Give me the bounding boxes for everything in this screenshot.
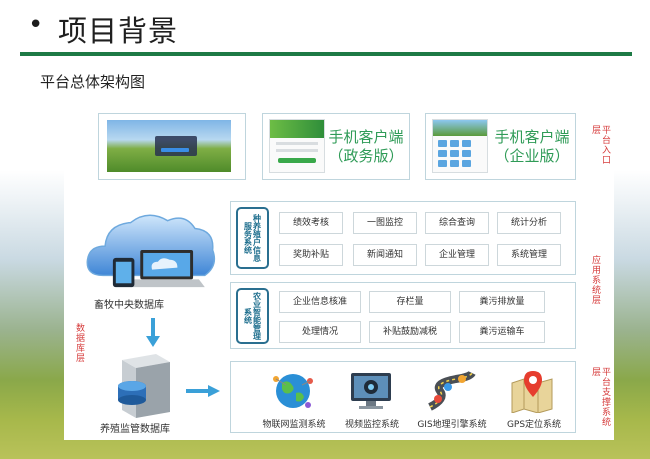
layer-label-support: 平台支撑系统层 xyxy=(590,367,610,427)
function-box: 绩效考核 xyxy=(279,212,343,234)
web-portal-panel xyxy=(98,113,246,180)
support-item-gps: GPS定位系统 xyxy=(494,367,572,435)
support-label: 视频监控系统 xyxy=(344,420,399,430)
monitor-database-label: 养殖监管数据库 xyxy=(100,424,170,435)
title-bullet: • xyxy=(28,10,44,40)
web-portal-screenshot xyxy=(107,120,231,172)
function-box: 奖助补贴 xyxy=(279,244,343,266)
function-box: 粪污排放量 xyxy=(459,291,545,313)
layer-label-application: 应用系统层 xyxy=(590,255,600,305)
support-item-video: 视频监控系统 xyxy=(332,367,410,435)
function-box: 企业信息核准 xyxy=(279,291,361,313)
iot-globe-icon xyxy=(273,374,313,408)
title-divider xyxy=(20,52,632,56)
app-system-2-tag: 农业智能管理系统 xyxy=(236,288,269,344)
function-box: 综合查询 xyxy=(425,212,489,234)
gps-map-icon xyxy=(511,371,553,413)
slide-title: 项目背景 xyxy=(58,14,179,48)
architecture-diagram: 手机客户端 （政务版） 手机客户端 （企业版） 平台入口层 畜牧中央数据库 养殖… xyxy=(64,97,614,440)
server-database-icon xyxy=(118,354,170,418)
function-box: 一图监控 xyxy=(353,212,417,234)
support-item-iot: 物联网监测系统 xyxy=(254,367,332,435)
support-label: GIS地理引擎系统 xyxy=(417,420,487,430)
app-system-1-tag: 种养殖户信息服务系统 xyxy=(236,207,269,269)
cloud-computer-illustration xyxy=(86,214,216,288)
function-box: 企业管理 xyxy=(425,244,489,266)
support-label: GPS定位系统 xyxy=(506,420,562,430)
right-arrow-icon xyxy=(186,385,220,397)
app-system-1-panel: 种养殖户信息服务系统 绩效考核 一图监控 综合查询 统计分析 奖助补贴 新闻通知… xyxy=(230,201,576,275)
support-item-gis: GIS地理引擎系统 xyxy=(412,367,490,435)
function-box: 补贴鼓励减税 xyxy=(369,321,451,343)
gis-road-icon xyxy=(428,370,476,411)
function-box: 新闻通知 xyxy=(353,244,417,266)
ent-client-label: 手机客户端 （企业版） xyxy=(494,128,570,165)
slide-subtitle: 平台总体架构图 xyxy=(40,73,146,91)
ent-client-panel: 手机客户端 （企业版） xyxy=(425,113,576,180)
app-system-2-panel: 农业智能管理系统 企业信息核准 存栏量 粪污排放量 处理情况 补贴鼓励减税 粪污… xyxy=(230,282,576,349)
login-button-thumb xyxy=(161,148,189,152)
function-box: 粪污运输车 xyxy=(459,321,545,343)
video-monitor-icon xyxy=(351,373,391,409)
ent-phone-screenshot xyxy=(432,119,488,173)
function-box: 统计分析 xyxy=(497,212,561,234)
function-box: 处理情况 xyxy=(279,321,361,343)
slide-header: • 项目背景 xyxy=(0,0,650,58)
central-database-label: 畜牧中央数据库 xyxy=(94,300,164,311)
gov-client-panel: 手机客户端 （政务版） xyxy=(262,113,410,180)
gov-client-label: 手机客户端 （政务版） xyxy=(328,128,404,165)
down-arrow-icon xyxy=(146,318,160,347)
layer-label-data: 数据库层 xyxy=(74,323,84,363)
gov-phone-screenshot xyxy=(269,119,325,173)
login-form-thumb xyxy=(155,136,197,156)
layer-label-entry: 平台入口层 xyxy=(590,125,610,165)
function-box: 系统管理 xyxy=(497,244,561,266)
function-box: 存栏量 xyxy=(369,291,451,313)
